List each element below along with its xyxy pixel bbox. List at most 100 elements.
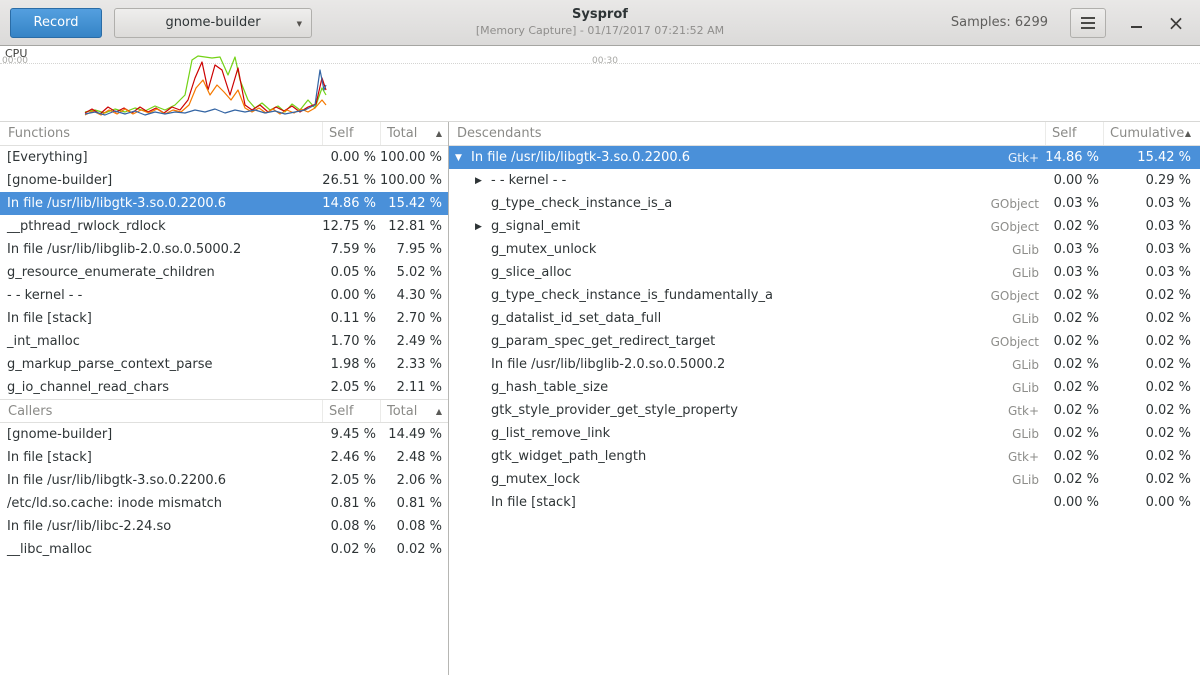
total-percent: 0.81 %: [380, 496, 448, 511]
table-row[interactable]: In file /usr/lib/libgtk-3.so.0.2200.62.0…: [0, 469, 448, 492]
tree-cell: gtk_widget_path_lengthGtk+: [449, 449, 1045, 464]
table-row[interactable]: [Everything]0.00 %100.00 %: [0, 146, 448, 169]
function-name: g_param_spec_get_redirect_target: [491, 334, 715, 349]
expander-closed-icon[interactable]: ▶: [475, 176, 491, 186]
samples-count: Samples: 6299: [951, 15, 1048, 30]
self-percent: 26.51 %: [322, 173, 380, 188]
tree-row[interactable]: g_mutex_unlockGLib0.03 %0.03 %: [449, 238, 1200, 261]
tree-row[interactable]: In file [stack]0.00 %0.00 %: [449, 491, 1200, 514]
function-name: gtk_widget_path_length: [491, 449, 646, 464]
total-percent: 100.00 %: [380, 173, 448, 188]
cumulative-percent: 0.02 %: [1103, 334, 1200, 349]
callers-total-column-header[interactable]: Total ▲: [380, 400, 448, 422]
tree-row[interactable]: In file /usr/lib/libglib-2.0.so.0.5000.2…: [449, 353, 1200, 376]
table-row[interactable]: __libc_malloc0.02 %0.02 %: [0, 538, 448, 561]
self-percent: 2.46 %: [322, 450, 380, 465]
cpu-timeline[interactable]: CPU 00:00 00:30: [0, 46, 1200, 122]
tree-cell: g_datalist_id_set_data_fullGLib: [449, 311, 1045, 326]
self-percent: 0.02 %: [1045, 380, 1103, 395]
self-percent: 0.02 %: [1045, 449, 1103, 464]
callers-self-column-header[interactable]: Self: [322, 400, 380, 422]
function-name: In file /usr/lib/libglib-2.0.so.0.5000.2: [0, 242, 322, 257]
tree-row[interactable]: gtk_style_provider_get_style_propertyGtk…: [449, 399, 1200, 422]
tree-cell: In file [stack]: [449, 495, 1045, 510]
self-percent: 9.45 %: [322, 427, 380, 442]
function-name: In file /usr/lib/libglib-2.0.so.0.5000.2: [491, 357, 725, 372]
tree-row[interactable]: ▶g_signal_emitGObject0.02 %0.03 %: [449, 215, 1200, 238]
tree-row[interactable]: g_slice_allocGLib0.03 %0.03 %: [449, 261, 1200, 284]
table-row[interactable]: In file [stack]2.46 %2.48 %: [0, 446, 448, 469]
library-category: GObject: [991, 335, 1045, 349]
target-dropdown[interactable]: gnome-builder ▼: [114, 8, 312, 38]
self-percent: 0.02 %: [1045, 357, 1103, 372]
descendants-cumulative-column-header[interactable]: Cumulative ▲: [1103, 122, 1200, 145]
self-percent: 2.05 %: [322, 473, 380, 488]
callers-column-header[interactable]: Callers: [0, 400, 322, 422]
tree-row[interactable]: g_type_check_instance_is_fundamentally_a…: [449, 284, 1200, 307]
tree-row[interactable]: ▼In file /usr/lib/libgtk-3.so.0.2200.6Gt…: [449, 146, 1200, 169]
table-row[interactable]: g_resource_enumerate_children0.05 %5.02 …: [0, 261, 448, 284]
table-row[interactable]: In file [stack]0.11 %2.70 %: [0, 307, 448, 330]
table-row[interactable]: _int_malloc1.70 %2.49 %: [0, 330, 448, 353]
tree-row[interactable]: g_param_spec_get_redirect_target GObject 0…: [449, 330, 1200, 353]
table-row[interactable]: In file /usr/lib/libglib-2.0.so.0.5000.2…: [0, 238, 448, 261]
self-percent: 0.02 %: [1045, 288, 1103, 303]
sysprof-window: Record gnome-builder ▼ Sysprof [Memory C…: [0, 0, 1200, 675]
tree-row[interactable]: g_mutex_lockGLib0.02 %0.02 %: [449, 468, 1200, 491]
cpu-usage-chart: [0, 46, 1200, 121]
cumulative-percent: 0.02 %: [1103, 357, 1200, 372]
tree-row[interactable]: ▶- - kernel - -0.00 %0.29 %: [449, 169, 1200, 192]
main-area: Functions Self Total ▲ [Everything]0.00 …: [0, 122, 1200, 675]
total-percent: 2.11 %: [380, 380, 448, 395]
tree-row[interactable]: g_type_check_instance_is_aGObject0.03 %0…: [449, 192, 1200, 215]
table-row[interactable]: In file /usr/lib/libgtk-3.so.0.2200.614.…: [0, 192, 448, 215]
cumulative-percent: 0.02 %: [1103, 426, 1200, 441]
tree-row[interactable]: g_list_remove_linkGLib0.02 %0.02 %: [449, 422, 1200, 445]
functions-total-column-header[interactable]: Total ▲: [380, 122, 448, 145]
table-row[interactable]: __pthread_rwlock_rdlock12.75 %12.81 %: [0, 215, 448, 238]
table-row[interactable]: /etc/ld.so.cache: inode mismatch0.81 %0.…: [0, 492, 448, 515]
descendants-self-column-header[interactable]: Self: [1045, 122, 1103, 145]
function-name: In file /usr/lib/libgtk-3.so.0.2200.6: [471, 150, 690, 165]
callers-table-body: [gnome-builder]9.45 %14.49 %In file [sta…: [0, 423, 448, 561]
descendants-column-header[interactable]: Descendants: [449, 122, 1045, 145]
functions-column-header[interactable]: Functions: [0, 122, 322, 145]
function-name: In file /usr/lib/libc-2.24.so: [0, 519, 322, 534]
table-row[interactable]: [gnome-builder]9.45 %14.49 %: [0, 423, 448, 446]
tree-row[interactable]: g_hash_table_sizeGLib0.02 %0.02 %: [449, 376, 1200, 399]
tree-cell: g_mutex_unlockGLib: [449, 242, 1045, 257]
function-name: In file /usr/lib/libgtk-3.so.0.2200.6: [0, 196, 322, 211]
minimize-icon: [1131, 26, 1142, 28]
table-row[interactable]: - - kernel - -0.00 %4.30 %: [0, 284, 448, 307]
table-row[interactable]: [gnome-builder]26.51 %100.00 %: [0, 169, 448, 192]
tree-row[interactable]: g_datalist_id_set_data_fullGLib0.02 %0.0…: [449, 307, 1200, 330]
expander-open-icon[interactable]: ▼: [455, 153, 471, 163]
function-name: [gnome-builder]: [0, 173, 322, 188]
table-row[interactable]: In file /usr/lib/libc-2.24.so0.08 %0.08 …: [0, 515, 448, 538]
record-button[interactable]: Record: [10, 8, 102, 38]
library-category: GLib: [1012, 473, 1045, 487]
self-percent: 14.86 %: [1045, 150, 1103, 165]
total-percent: 2.06 %: [380, 473, 448, 488]
function-name: g_mutex_unlock: [491, 242, 596, 257]
menu-button[interactable]: [1070, 8, 1106, 38]
close-button[interactable]: ×: [1162, 8, 1190, 38]
functions-self-column-header[interactable]: Self: [322, 122, 380, 145]
table-row[interactable]: g_io_channel_read_chars2.05 %2.11 %: [0, 376, 448, 399]
hamburger-icon: [1081, 22, 1095, 24]
total-percent: 0.08 %: [380, 519, 448, 534]
self-percent: 0.08 %: [322, 519, 380, 534]
tree-cell: g_type_check_instance_is_fundamentally_a…: [449, 288, 1045, 303]
tree-row[interactable]: gtk_widget_path_lengthGtk+0.02 %0.02 %: [449, 445, 1200, 468]
expander-closed-icon[interactable]: ▶: [475, 222, 491, 232]
function-name: In file [stack]: [491, 495, 576, 510]
self-percent: 0.02 %: [1045, 403, 1103, 418]
total-percent: 2.48 %: [380, 450, 448, 465]
minimize-button[interactable]: [1122, 8, 1150, 38]
self-percent: 0.81 %: [322, 496, 380, 511]
self-percent: 0.05 %: [322, 265, 380, 280]
total-percent: 12.81 %: [380, 219, 448, 234]
table-row[interactable]: g_markup_parse_context_parse1.98 %2.33 %: [0, 353, 448, 376]
capture-subtitle: [Memory Capture] - 01/17/2017 07:21:52 A…: [476, 24, 724, 38]
self-percent: 0.03 %: [1045, 265, 1103, 280]
